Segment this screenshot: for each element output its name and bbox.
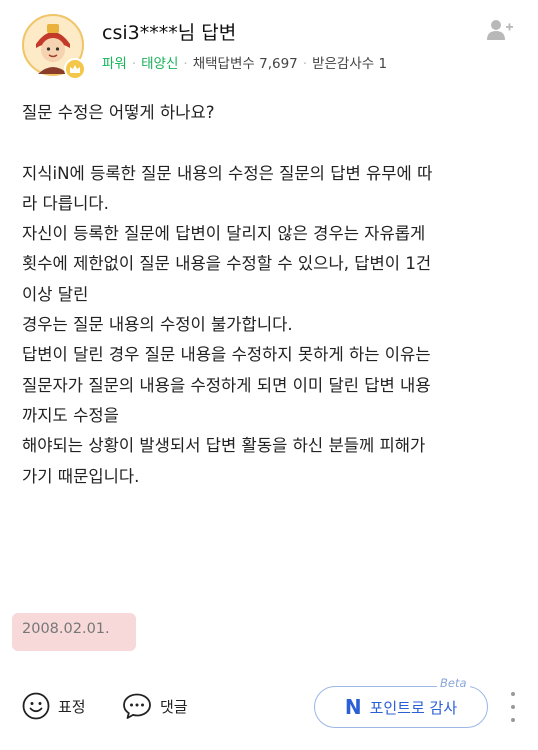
- answer-date-text: 2008.02.01.: [22, 621, 110, 637]
- answer-line: 경우는 질문 내용의 수정이 불가합니다.: [22, 315, 293, 335]
- answer-footer: 표정 댓글 N 포인트로 감사 Beta: [0, 676, 538, 736]
- avatar[interactable]: [22, 14, 86, 80]
- answer-line: 답변이 달린 경우 질문 내용을 수정하지 못하게 하는 이유는: [22, 345, 431, 365]
- beta-tag: Beta: [437, 676, 470, 690]
- answer-line: 가기 때문입니다.: [22, 466, 140, 486]
- answer-line: 해야되는 상황이 발생되서 답변 활동을 하신 분들께 피해가: [22, 436, 426, 456]
- answer-line: 이상 달린: [22, 284, 89, 304]
- adopted-label: 채택답변수: [192, 56, 255, 72]
- answerer-title: csi3****님 답변: [102, 18, 236, 45]
- meta-separator: ·: [302, 56, 308, 72]
- answer-body: 질문 수정은 어떻게 하나요? 지식iN에 등록한 질문 내용의 수정은 질문의…: [22, 98, 522, 492]
- crown-badge-icon: [64, 58, 86, 80]
- answer-line: 질문 수정은 어떻게 하나요?: [22, 103, 215, 122]
- answer-date: 2008.02.01.: [12, 613, 136, 651]
- answerer-username[interactable]: csi3****: [102, 22, 178, 44]
- adopted-count: 7,697: [259, 56, 298, 72]
- answer-blank-line: [22, 128, 522, 158]
- more-vertical-icon: [511, 705, 515, 709]
- answerer-meta: 파워 · 태양신 · 채택답변수 7,697 · 받은감사수 1: [102, 52, 387, 72]
- answer-header: csi3****님 답변 파워 · 태양신 · 채택답변수 7,697 · 받은감사수 1: [22, 14, 538, 80]
- answerer-suffix: 님 답변: [177, 22, 237, 44]
- thank-with-points-label: 포인트로 감사: [369, 698, 458, 717]
- naver-n-icon: N: [344, 695, 362, 719]
- answer-line: 지식iN에 등록한 질문 내용의 수정은 질문의 답변 유무에 따: [22, 163, 433, 183]
- more-vertical-icon: [511, 692, 515, 696]
- answer-line: 질문자가 질문의 내용을 수정하게 되면 이미 달린 답변 내용: [22, 375, 431, 395]
- comment-label: 댓글: [160, 697, 188, 716]
- thank-with-points-button[interactable]: N 포인트로 감사: [314, 686, 488, 728]
- reaction-button[interactable]: 표정: [22, 692, 86, 720]
- answer-line: 횟수에 제한없이 질문 내용을 수정할 수 있으나, 답변이 1건: [22, 254, 432, 274]
- thanks-label: 받은감사수: [312, 56, 375, 72]
- thanks-count: 1: [378, 56, 388, 72]
- rank-label: 파워: [102, 56, 127, 72]
- more-options-button[interactable]: [508, 692, 518, 722]
- meta-separator: ·: [131, 56, 137, 72]
- meta-separator: ·: [183, 56, 188, 72]
- smile-icon: [22, 692, 50, 720]
- speech-bubble-icon: [123, 693, 151, 719]
- reaction-label: 표정: [58, 697, 86, 716]
- level-label: 태양신: [141, 56, 179, 72]
- answer-line: 까지도 수정을: [22, 405, 119, 425]
- comment-button[interactable]: 댓글: [122, 692, 188, 720]
- follow-user-icon: [487, 20, 513, 40]
- follow-user-button[interactable]: [486, 18, 514, 42]
- answer-line: 라 다릅니다.: [22, 193, 109, 213]
- answer-line: 자신이 등록한 질문에 답변이 달리지 않은 경우는 자유롭게: [22, 224, 426, 244]
- more-vertical-icon: [511, 718, 515, 722]
